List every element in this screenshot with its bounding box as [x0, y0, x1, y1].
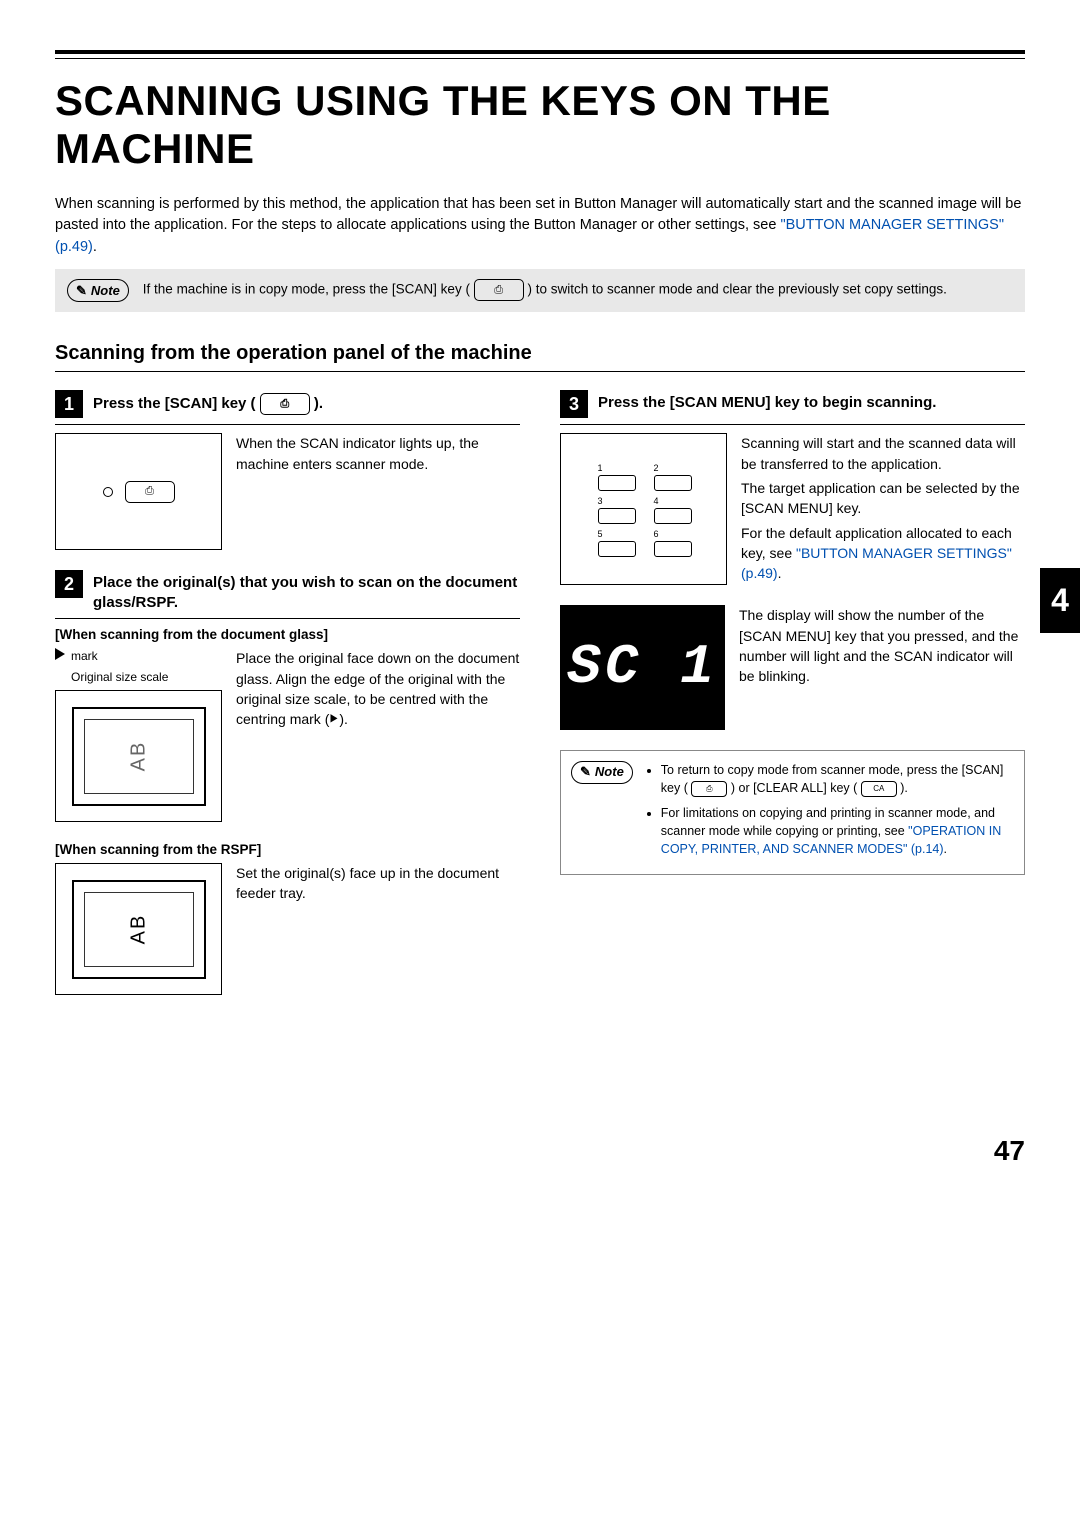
segment-display: SC 1 — [560, 605, 725, 730]
left-column: 1 Press the [SCAN] key ( ⎙ ). ⎙ When the… — [55, 378, 520, 1167]
step-2-title: Place the original(s) that you wish to s… — [93, 570, 520, 612]
ab-label: AB — [124, 741, 153, 772]
bottom-note: Note To return to copy mode from scanner… — [560, 750, 1025, 875]
triangle-right-icon — [331, 712, 338, 726]
chapter-tab: 4 — [1040, 568, 1080, 633]
rspf-subhead: [When scanning from the RSPF] — [55, 842, 520, 857]
step-3-body-a: 1 2 3 4 5 6 Scanning will start and the … — [560, 433, 1025, 585]
keypad-button-4 — [654, 508, 692, 524]
step-2-rspf-text: Set the original(s) face up in the docum… — [236, 863, 520, 995]
glass-subhead: [When scanning from the document glass] — [55, 627, 520, 642]
step-2-number: 2 — [55, 570, 83, 598]
step-1-title: Press the [SCAN] key ( ⎙ ). — [93, 390, 323, 415]
bottom-note-item-2: For limitations on copying and printing … — [661, 804, 1014, 858]
step-2-glass-text: Place the original face down on the docu… — [236, 648, 520, 822]
note-badge: Note — [67, 279, 129, 303]
scale-label: Original size scale — [55, 669, 222, 686]
clear-all-key-icon: CA — [861, 781, 897, 797]
step-3-number: 3 — [560, 390, 588, 418]
scan-key-icon: ⎙ — [125, 481, 175, 503]
pencil-icon — [580, 763, 591, 782]
scan-key-icon: ⎙ — [474, 279, 524, 301]
bottom-note-list: To return to copy mode from scanner mode… — [645, 761, 1014, 864]
step-3-header: 3 Press the [SCAN MENU] key to begin sca… — [560, 390, 1025, 425]
right-column: 4 3 Press the [SCAN MENU] key to begin s… — [560, 378, 1025, 1167]
top-note-text: If the machine is in copy mode, press th… — [143, 279, 947, 301]
indicator-icon — [103, 487, 113, 497]
ab-label: AB — [124, 914, 153, 945]
scan-key-icon: ⎙ — [691, 781, 727, 797]
step-1-number: 1 — [55, 390, 83, 418]
step-2-header: 2 Place the original(s) that you wish to… — [55, 570, 520, 619]
note-label: Note — [595, 763, 624, 782]
keypad-button-1 — [598, 475, 636, 491]
keypad-button-6 — [654, 541, 692, 557]
document-glass-diagram: AB — [55, 690, 222, 822]
page-title: SCANNING USING THE KEYS ON THE MACHINE — [55, 77, 1025, 174]
content-columns: 1 Press the [SCAN] key ( ⎙ ). ⎙ When the… — [55, 378, 1025, 1167]
intro-paragraph: When scanning is performed by this metho… — [55, 194, 1025, 259]
subtitle: Scanning from the operation panel of the… — [55, 342, 1025, 372]
keypad-button-5 — [598, 541, 636, 557]
step-2-glass-body: mark Original size scale AB Place the or… — [55, 648, 520, 822]
step-3-body-b: SC 1 The display will show the number of… — [560, 605, 1025, 730]
note-label: Note — [91, 281, 120, 301]
top-note: Note If the machine is in copy mode, pre… — [55, 269, 1025, 313]
keypad-button-3 — [598, 508, 636, 524]
triangle-right-icon — [55, 648, 65, 665]
note-badge: Note — [571, 761, 633, 784]
scan-menu-keypad-diagram: 1 2 3 4 5 6 — [560, 433, 727, 585]
scan-key-icon: ⎙ — [260, 393, 310, 415]
step-1-text: When the SCAN indicator lights up, the m… — [236, 433, 520, 550]
step-1-header: 1 Press the [SCAN] key ( ⎙ ). — [55, 390, 520, 425]
step-1-body: ⎙ When the SCAN indicator lights up, the… — [55, 433, 520, 550]
step-2-rspf-body: AB Set the original(s) face up in the do… — [55, 863, 520, 995]
rspf-diagram: AB — [55, 863, 222, 995]
page-number: 47 — [560, 1135, 1025, 1167]
mark-label: mark — [55, 648, 222, 665]
bottom-note-item-1: To return to copy mode from scanner mode… — [661, 761, 1014, 797]
pencil-icon — [76, 281, 87, 301]
step-1-diagram: ⎙ — [55, 433, 222, 550]
step-3-title: Press the [SCAN MENU] key to begin scann… — [598, 390, 936, 413]
keypad-button-2 — [654, 475, 692, 491]
step-3-text-block-b: The display will show the number of the … — [739, 605, 1025, 730]
intro-after: . — [93, 239, 97, 255]
step-3-text-block-a: Scanning will start and the scanned data… — [741, 433, 1025, 585]
header-rule — [55, 50, 1025, 59]
